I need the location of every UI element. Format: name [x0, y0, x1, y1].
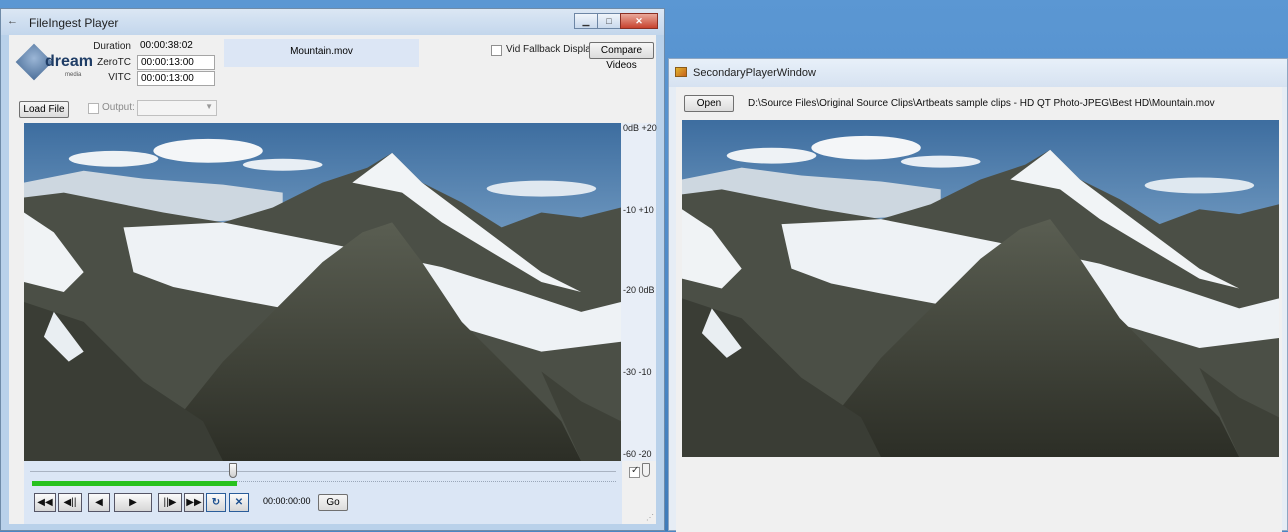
output-label: Output: [102, 102, 135, 113]
window-app-icon [675, 67, 687, 77]
step-forward-button[interactable]: ||▶ [158, 493, 182, 512]
title-bar[interactable]: ← FileIngest Player ▁ □ ✕ [1, 9, 664, 35]
mountain-scene [24, 123, 621, 461]
main-video-frame[interactable] [24, 123, 621, 461]
timecode-field[interactable]: 00:00:00:00 [260, 495, 314, 510]
secondary-client-area: Open D:\Source Files\Original Source Cli… [676, 87, 1282, 532]
audio-level-meter: 0dB +20 -10 +10 -20 0dB -30 -10 -60 -20 [621, 123, 657, 461]
loop-button[interactable]: ↻ [206, 493, 226, 512]
fast-forward-button[interactable]: ▶▶ [184, 493, 204, 512]
chevron-down-icon: ▼ [205, 102, 213, 111]
load-file-button[interactable]: Load File [19, 101, 69, 118]
vid-fallback-label: Vid Fallback Display [506, 44, 596, 55]
file-name-display: Mountain.mov [224, 39, 419, 67]
fullscreen-toggle-button[interactable]: ✕ [229, 493, 249, 512]
transport-panel: ◀◀ ◀|| ◀ ▶ ||▶ ▶▶ ↻ ✕ 00:00:00:00 Go [24, 461, 622, 524]
meter-label-1: -10 +10 [623, 205, 654, 215]
xdream-logo: dream media [15, 43, 97, 87]
player-client-area: dream media Duration 00:00:38:02 ZeroTC … [9, 35, 657, 524]
go-button[interactable]: Go [318, 494, 348, 511]
zerotc-label: ZeroTC [97, 57, 131, 68]
fileingest-player-window: ← FileIngest Player ▁ □ ✕ dream media Du… [0, 8, 665, 531]
play-button[interactable]: ▶ [114, 493, 152, 512]
meter-label-3: -30 -10 [623, 367, 652, 377]
file-path-label: D:\Source Files\Original Source Clips\Ar… [748, 98, 1215, 109]
meter-label-0: 0dB +20 [623, 123, 657, 133]
secondary-player-window: SecondaryPlayerWindow Open D:\Source Fil… [668, 58, 1288, 532]
seek-ticks [234, 481, 616, 484]
secondary-window-title: SecondaryPlayerWindow [693, 67, 816, 79]
minimize-button[interactable]: ▁ [574, 13, 598, 29]
close-button[interactable]: ✕ [620, 13, 658, 29]
meter-label-2: -20 0dB [623, 285, 655, 295]
zerotc-field[interactable]: 00:00:13:00 [137, 55, 215, 70]
seek-track[interactable] [30, 471, 616, 472]
step-back-button[interactable]: ◀|| [58, 493, 82, 512]
resize-grip-icon[interactable]: ⋰ [646, 513, 654, 522]
secondary-title-bar[interactable]: SecondaryPlayerWindow [669, 59, 1287, 87]
meter-checkbox[interactable] [629, 465, 640, 478]
app-icon: ← [7, 15, 18, 27]
compare-videos-button[interactable]: Compare Videos [589, 42, 654, 71]
window-title: FileIngest Player [29, 16, 119, 30]
output-select[interactable]: ▼ [137, 100, 217, 116]
vitc-label: VITC [108, 72, 131, 83]
play-reverse-button[interactable]: ◀ [88, 493, 110, 512]
progress-bar [32, 481, 237, 486]
output-checkbox[interactable] [88, 103, 99, 114]
duration-value: 00:00:38:02 [140, 40, 193, 51]
maximize-button[interactable]: □ [597, 13, 621, 29]
secondary-video-frame[interactable] [682, 120, 1279, 457]
seek-thumb[interactable] [229, 463, 237, 478]
rewind-button[interactable]: ◀◀ [34, 493, 56, 512]
volume-slider-thumb[interactable] [642, 463, 650, 477]
vid-fallback-checkbox[interactable] [491, 45, 502, 56]
duration-label: Duration [93, 41, 131, 52]
meter-label-4: -60 -20 [623, 449, 652, 459]
mountain-scene-secondary [682, 120, 1279, 457]
open-button[interactable]: Open [684, 95, 734, 112]
vitc-field[interactable]: 00:00:13:00 [137, 71, 215, 86]
